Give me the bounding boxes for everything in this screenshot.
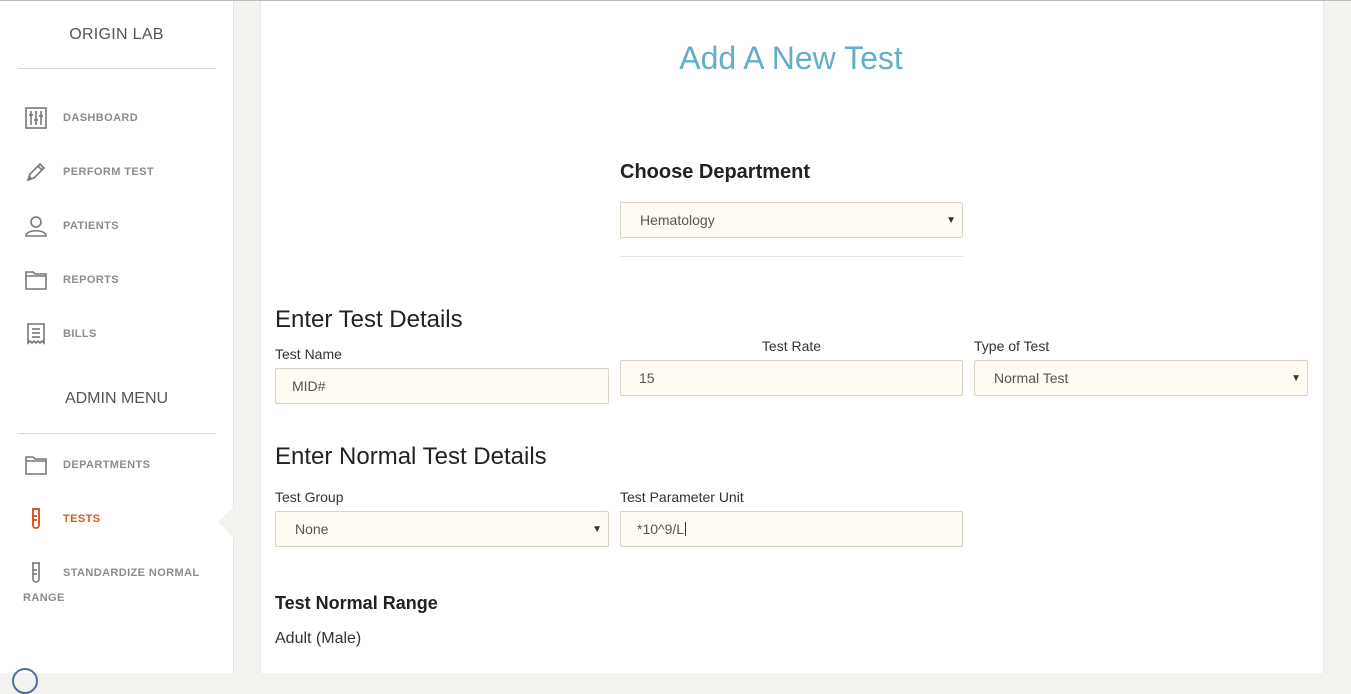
test-name-input[interactable]: MID#: [275, 368, 609, 404]
main-panel: [260, 1, 1324, 673]
test-name-label: Test Name: [275, 346, 342, 362]
normal-range-heading: Test Normal Range: [275, 593, 438, 613]
department-select-value: Hematology: [640, 212, 715, 228]
sidebar-divider: [18, 68, 216, 69]
user-icon: [23, 213, 49, 239]
admin-menu-heading: ADMIN MENU: [64, 390, 169, 407]
sidebar: ORIGIN LAB DASHBOARD PERFORM TEST PATIEN…: [0, 1, 234, 694]
sliders-icon: [23, 105, 49, 131]
folder-icon: [23, 267, 49, 293]
dropdown-caret-icon: ▼: [946, 215, 956, 226]
active-indicator: [218, 506, 234, 538]
normal-test-details-heading: Enter Normal Test Details: [275, 443, 547, 470]
sidebar-item-tests[interactable]: TESTS: [23, 506, 100, 532]
test-group-value: None: [295, 521, 329, 537]
sidebar-item-departments[interactable]: DEPARTMENTS: [23, 452, 150, 478]
folder-icon: [23, 452, 49, 478]
sidebar-item-label: DASHBOARD: [63, 112, 139, 124]
test-rate-value: 15: [639, 370, 655, 386]
test-type-label: Type of Test: [974, 338, 1050, 354]
sidebar-item-label: TESTS: [63, 513, 101, 525]
sidebar-item-label: PATIENTS: [63, 220, 119, 232]
globe-icon: [12, 668, 38, 694]
test-tube-icon: [23, 560, 49, 586]
test-parameter-unit-input[interactable]: *10^9/L: [620, 511, 963, 547]
test-parameter-unit-value: *10^9/L: [637, 521, 685, 537]
sidebar-item-standardize-normal-range[interactable]: STANDARDIZE NORMAL: [23, 560, 200, 586]
sidebar-item-label: STANDARDIZE NORMAL: [63, 567, 200, 579]
sidebar-item-dashboard[interactable]: DASHBOARD: [23, 105, 138, 131]
pen-icon: [23, 159, 49, 185]
page-title: Add A New Test: [679, 40, 903, 76]
department-select[interactable]: Hematology ▼: [620, 202, 963, 238]
test-type-value: Normal Test: [994, 370, 1069, 386]
text-cursor: [685, 522, 687, 536]
sidebar-item-bills[interactable]: BILLS: [23, 321, 97, 347]
sidebar-item-reports[interactable]: REPORTS: [23, 267, 119, 293]
sidebar-item-label: PERFORM TEST: [63, 166, 154, 178]
test-details-heading: Enter Test Details: [275, 306, 463, 333]
sidebar-divider: [18, 433, 216, 434]
sidebar-item-label: BILLS: [63, 328, 97, 340]
adult-male-subheading: Adult (Male): [275, 630, 362, 647]
test-group-label: Test Group: [275, 489, 344, 505]
sidebar-item-patients[interactable]: PATIENTS: [23, 213, 119, 239]
department-heading: Choose Department: [620, 161, 811, 183]
test-tube-icon: [23, 506, 49, 532]
test-group-select[interactable]: None ▼: [275, 511, 609, 547]
dropdown-caret-icon: ▼: [592, 524, 602, 535]
brand-logo-text: ORIGIN LAB: [69, 26, 164, 43]
sidebar-item-label-continued: RANGE: [23, 592, 65, 604]
sidebar-item-perform-test[interactable]: PERFORM TEST: [23, 159, 154, 185]
test-rate-label: Test Rate: [761, 338, 822, 354]
sidebar-item-label: REPORTS: [63, 274, 119, 286]
sidebar-item-label: DEPARTMENTS: [63, 459, 151, 471]
test-rate-input[interactable]: 15: [620, 360, 963, 396]
section-divider: [620, 256, 963, 257]
test-name-value: MID#: [292, 378, 326, 394]
test-type-select[interactable]: Normal Test ▼: [974, 360, 1308, 396]
dropdown-caret-icon: ▼: [1291, 373, 1301, 384]
test-parameter-unit-label: Test Parameter Unit: [620, 489, 744, 505]
receipt-icon: [23, 321, 49, 347]
